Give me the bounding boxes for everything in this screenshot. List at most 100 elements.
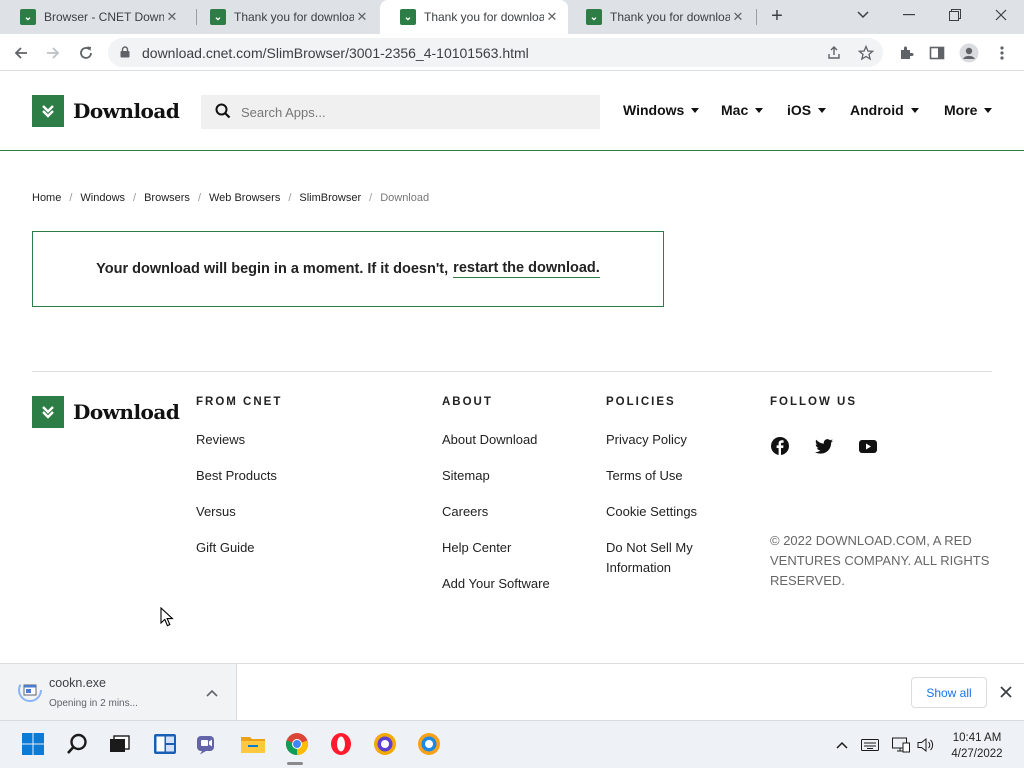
tab-close-icon[interactable]: ✕ [730,9,746,25]
reload-button[interactable] [73,40,99,66]
logo-text: Download [73,400,180,424]
notice-text: Your download will begin in a moment. If… [96,261,449,277]
footer-link[interactable]: Best Products [196,466,396,486]
footer-link[interactable]: Sitemap [442,466,602,486]
tab-title: Thank you for downloading [424,10,544,24]
chrome-menu-icon[interactable] [989,40,1015,66]
footer-link[interactable]: Add Your Software [442,574,602,594]
taskbar-clock[interactable]: 10:41 AM 4/27/2022 [946,730,1008,762]
nav-label: iOS [787,102,812,118]
restart-download-link[interactable]: restart the download. [453,260,600,278]
task-view-icon[interactable] [106,730,134,758]
browser-b-icon[interactable] [415,730,443,758]
forward-button[interactable] [40,40,66,66]
extensions-icon[interactable] [893,40,919,66]
browser-tab[interactable]: ⌄ Browser - CNET Download ✕ [0,0,188,34]
network-icon[interactable] [891,735,911,755]
footer-link[interactable]: Versus [196,502,396,522]
social-links [770,436,990,456]
caret-down-icon [910,107,919,113]
download-item[interactable]: cookn.exe Opening in 2 mins... [0,664,237,721]
address-bar[interactable]: download.cnet.com/SlimBrowser/3001-2356_… [108,38,883,67]
footer-heading: FOLLOW US [770,396,857,408]
restore-button[interactable] [932,0,978,30]
footer-link[interactable]: Reviews [196,430,396,450]
download-favicon-icon: ⌄ [586,9,602,25]
breadcrumb-link[interactable]: Home [32,192,61,204]
download-favicon-icon: ⌄ [210,9,226,25]
nav-more[interactable]: More [944,102,993,118]
breadcrumb-link[interactable]: SlimBrowser [299,192,361,204]
facebook-icon[interactable] [770,436,790,456]
download-logo[interactable]: Download [32,95,180,127]
tab-close-icon[interactable]: ✕ [164,9,180,25]
volume-icon[interactable] [916,735,936,755]
footer-column-about: ABOUT About Download Sitemap Careers Hel… [442,396,602,594]
footer-link[interactable]: About Download [442,430,602,450]
footer-link[interactable]: Gift Guide [196,538,396,558]
footer-heading: FROM CNET [196,396,283,408]
file-explorer-icon[interactable] [239,730,267,758]
chrome-icon[interactable] [283,730,311,758]
footer-link[interactable]: Careers [442,502,602,522]
footer-link[interactable]: Privacy Policy [606,430,736,450]
close-shelf-icon[interactable] [998,684,1014,700]
twitter-icon[interactable] [814,436,834,456]
breadcrumb-link[interactable]: Windows [80,192,125,204]
search-icon [215,103,231,122]
youtube-icon[interactable] [858,436,878,456]
nav-android[interactable]: Android [850,102,919,118]
download-logo-mark-icon [32,95,64,127]
url-text: download.cnet.com/SlimBrowser/3001-2356_… [142,44,529,61]
search-icon[interactable] [63,730,91,758]
bookmark-star-icon[interactable] [853,38,879,67]
new-tab-button[interactable]: + [764,5,790,29]
widgets-icon[interactable] [151,730,179,758]
logo-text: Download [73,99,180,123]
tab-title: Thank you for downloading [234,10,354,24]
tab-search-button[interactable] [840,0,886,30]
close-window-button[interactable] [978,0,1024,30]
footer-link[interactable]: Terms of Use [606,466,736,486]
keyboard-icon[interactable] [860,735,880,755]
nav-label: More [944,102,978,118]
teams-chat-icon[interactable] [194,730,222,758]
nav-label: Android [850,102,904,118]
browser-tab[interactable]: ⌄ Thank you for downloading ✕ [566,0,754,34]
share-icon[interactable] [821,38,847,67]
executable-file-icon [18,678,42,702]
side-panel-icon[interactable] [924,40,950,66]
opera-icon[interactable] [327,730,355,758]
profile-avatar-icon[interactable] [956,40,982,66]
tab-close-icon[interactable]: ✕ [354,9,370,25]
back-button[interactable] [8,40,34,66]
browser-a-icon[interactable] [371,730,399,758]
site-header: Download Search Apps... Windows Mac iOS … [0,71,1024,151]
breadcrumb-current: Download [380,192,430,204]
download-favicon-icon: ⌄ [20,9,36,25]
active-app-indicator [287,762,303,765]
breadcrumb-link[interactable]: Web Browsers [209,192,280,204]
chevron-up-icon[interactable] [205,686,219,700]
download-notice: Your download will begin in a moment. If… [32,231,664,307]
windows-start-icon[interactable] [19,730,47,758]
show-hidden-icons-chevron-icon[interactable] [832,735,852,755]
mouse-cursor-icon [160,606,174,632]
caret-down-icon [755,107,764,113]
footer-link[interactable]: Do Not Sell My Information [606,538,716,578]
browser-tab[interactable]: ⌄ Thank you for downloading ✕ [190,0,378,34]
breadcrumb-link[interactable]: Browsers [144,192,190,204]
browser-tab-active[interactable]: ⌄ Thank you for downloading ✕ [380,0,568,34]
nav-mac[interactable]: Mac [721,102,764,118]
minimize-button[interactable] [886,0,932,30]
nav-label: Windows [623,102,685,118]
footer-link[interactable]: Cookie Settings [606,502,736,522]
footer-link[interactable]: Help Center [442,538,602,558]
footer-column-follow-us: FOLLOW US [770,396,990,456]
nav-windows[interactable]: Windows [623,102,700,118]
nav-ios[interactable]: iOS [787,102,827,118]
footer-download-logo[interactable]: Download [32,396,180,428]
app-search-input[interactable]: Search Apps... [201,95,600,129]
show-all-downloads-button[interactable]: Show all [911,677,987,708]
tab-close-icon[interactable]: ✕ [544,9,560,25]
